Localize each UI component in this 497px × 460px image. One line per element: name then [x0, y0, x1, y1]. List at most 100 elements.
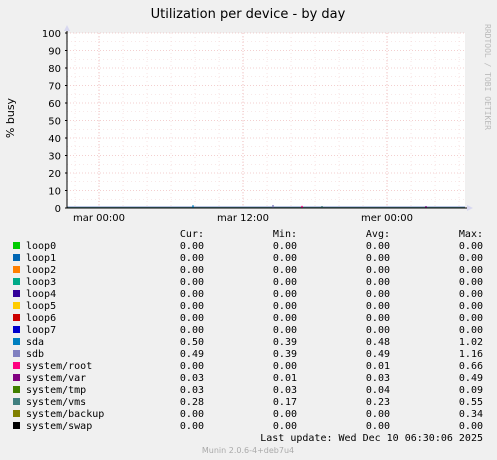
- legend-sdb-name: sdb: [26, 349, 44, 360]
- legend-loop3-avg: 0.00: [366, 277, 390, 288]
- legend-system-backup-avg: 0.00: [366, 409, 390, 420]
- y-tick-label: 80: [48, 64, 61, 75]
- legend-system-vms-swatch: [13, 398, 20, 405]
- legend-loop3-max: 0.00: [459, 277, 483, 288]
- y-tick-label: 40: [48, 134, 61, 145]
- legend-loop0-min: 0.00: [273, 241, 297, 252]
- legend-loop1-swatch: [13, 254, 20, 261]
- legend-system-vms-cur: 0.28: [180, 397, 204, 408]
- legend-system-var-swatch: [13, 374, 20, 381]
- legend-loop6-min: 0.00: [273, 313, 297, 324]
- legend-loop2-max: 0.00: [459, 265, 483, 276]
- legend-loop3-name: loop3: [26, 277, 56, 288]
- legend-loop4-max: 0.00: [459, 289, 483, 300]
- legend-system-var-cur: 0.03: [180, 373, 204, 384]
- legend-sdb-cur: 0.49: [180, 349, 204, 360]
- legend-loop4-min: 0.00: [273, 289, 297, 300]
- legend-loop0-cur: 0.00: [180, 241, 204, 252]
- legend-system-tmp-min: 0.03: [273, 385, 297, 396]
- y-tick-label: 10: [48, 187, 61, 198]
- legend-system-vms-name: system/vms: [26, 397, 86, 408]
- legend-loop7-min: 0.00: [273, 325, 297, 336]
- legend-loop7-max: 0.00: [459, 325, 483, 336]
- legend-system-swap-avg: 0.00: [366, 421, 390, 432]
- legend-sda-avg: 0.48: [366, 337, 390, 348]
- legend-header-cur: Cur:: [180, 229, 204, 240]
- legend-loop7-avg: 0.00: [366, 325, 390, 336]
- legend-header-max: Max:: [459, 229, 483, 240]
- legend-loop2-avg: 0.00: [366, 265, 390, 276]
- legend-loop4-cur: 0.00: [180, 289, 204, 300]
- legend-loop6-name: loop6: [26, 313, 56, 324]
- legend-loop5-cur: 0.00: [180, 301, 204, 312]
- x-tick-label: mer 00:00: [361, 213, 413, 224]
- y-tick-label: 0: [55, 204, 61, 215]
- legend-sdb-min: 0.39: [273, 349, 297, 360]
- legend-system-var-avg: 0.03: [366, 373, 390, 384]
- legend-loop5-swatch: [13, 302, 20, 309]
- legend-loop1-min: 0.00: [273, 253, 297, 264]
- y-axis-label: % busy: [4, 97, 17, 138]
- legend-loop1-avg: 0.00: [366, 253, 390, 264]
- y-tick-label: 50: [48, 117, 61, 128]
- legend-system-backup-max: 0.34: [459, 409, 483, 420]
- legend-system-var-max: 0.49: [459, 373, 483, 384]
- legend-loop0-max: 0.00: [459, 241, 483, 252]
- legend-sdb-avg: 0.49: [366, 349, 390, 360]
- legend-loop4-avg: 0.00: [366, 289, 390, 300]
- legend-system-root-min: 0.00: [273, 361, 297, 372]
- munin-graph: Utilization per device - by day RRDTOOL …: [0, 0, 497, 460]
- legend-loop7-name: loop7: [26, 325, 56, 336]
- legend-system-swap-name: system/swap: [26, 421, 92, 432]
- legend-system-tmp-avg: 0.04: [366, 385, 390, 396]
- legend-header-min: Min:: [273, 229, 297, 240]
- legend-system-backup-cur: 0.00: [180, 409, 204, 420]
- legend-system-tmp-swatch: [13, 386, 20, 393]
- legend-loop6-max: 0.00: [459, 313, 483, 324]
- x-tick-label: mar 12:00: [217, 213, 269, 224]
- legend-loop1-name: loop1: [26, 253, 56, 264]
- x-tick-labels: mar 00:00 mar 12:00 mer 00:00: [73, 213, 413, 224]
- legend-loop2-min: 0.00: [273, 265, 297, 276]
- legend-loop3-cur: 0.00: [180, 277, 204, 288]
- legend-sda-cur: 0.50: [180, 337, 204, 348]
- legend-system-swap-max: 0.00: [459, 421, 483, 432]
- legend-loop5-min: 0.00: [273, 301, 297, 312]
- legend-system-vms-min: 0.17: [273, 397, 297, 408]
- y-tick-label: 70: [48, 82, 61, 93]
- legend-system-var-min: 0.01: [273, 373, 297, 384]
- legend-system-tmp-name: system/tmp: [26, 385, 86, 396]
- legend-system-root-cur: 0.00: [180, 361, 204, 372]
- legend-system-backup-swatch: [13, 410, 20, 417]
- legend-loop2-name: loop2: [26, 265, 56, 276]
- legend-loop2-cur: 0.00: [180, 265, 204, 276]
- legend-loop7-cur: 0.00: [180, 325, 204, 336]
- legend-system-vms-max: 0.55: [459, 397, 483, 408]
- legend-loop0-name: loop0: [26, 241, 56, 252]
- y-tick-label: 100: [42, 29, 61, 40]
- legend-loop5-avg: 0.00: [366, 301, 390, 312]
- rrdtool-watermark: RRDTOOL / TOBI OETIKER: [483, 24, 492, 130]
- legend-loop3-min: 0.00: [273, 277, 297, 288]
- y-tick-label: 90: [48, 47, 61, 58]
- legend-system-backup-name: system/backup: [26, 409, 104, 420]
- legend-system-root-max: 0.66: [459, 361, 483, 372]
- legend-loop1-max: 0.00: [459, 253, 483, 264]
- legend-sdb-swatch: [13, 350, 20, 357]
- legend-system-vms-avg: 0.23: [366, 397, 390, 408]
- legend-loop4-swatch: [13, 290, 20, 297]
- legend-system-tmp-cur: 0.03: [180, 385, 204, 396]
- legend-sda-swatch: [13, 338, 20, 345]
- legend-sda-min: 0.39: [273, 337, 297, 348]
- legend-loop2-swatch: [13, 266, 20, 273]
- legend-loop5-max: 0.00: [459, 301, 483, 312]
- legend-system-swap-min: 0.00: [273, 421, 297, 432]
- legend-header-avg: Avg:: [366, 229, 390, 240]
- legend-system-root-avg: 0.01: [366, 361, 390, 372]
- x-tick-label: mar 00:00: [73, 213, 125, 224]
- legend-loop0-swatch: [13, 242, 20, 249]
- legend-loop0-avg: 0.00: [366, 241, 390, 252]
- legend-loop6-cur: 0.00: [180, 313, 204, 324]
- chart-title: Utilization per device - by day: [151, 7, 346, 22]
- y-tick-label: 20: [48, 169, 61, 180]
